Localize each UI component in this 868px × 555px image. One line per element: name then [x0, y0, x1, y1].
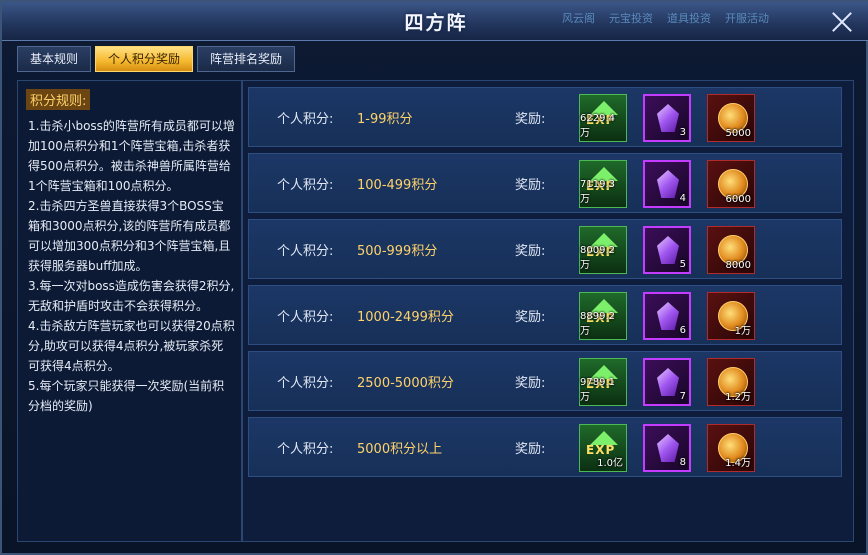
exp-amount: 1.0亿 [597, 458, 623, 469]
tab-camp-ranking-reward[interactable]: 阵营排名奖励 [197, 46, 296, 72]
score-range: 2500-5000积分 [357, 376, 454, 391]
medal-count: 1万 [734, 326, 751, 337]
exp-amount: 8899.2万 [580, 311, 615, 337]
score-label: 个人积分: [277, 244, 334, 259]
reward-table: 个人积分: 1-99积分 奖励: EXP 6229.4万 3 5000 个人积分:… [242, 80, 854, 542]
rules-list: 1.击杀小boss的阵营所有成员都可以增加100点积分和1个阵营宝箱,击杀者获得… [18, 116, 241, 416]
tab-personal-score-reward[interactable]: 个人积分奖励 [95, 46, 194, 72]
reward-label: 奖励: [515, 310, 546, 325]
crystal-count: 3 [679, 127, 686, 138]
gold-medal-icon[interactable]: 1.4万 [707, 424, 755, 472]
score-label: 个人积分: [277, 310, 334, 325]
score-label: 个人积分: [277, 442, 334, 457]
exp-amount: 8009.2万 [580, 245, 615, 271]
exp-amount: 6229.4万 [580, 113, 615, 139]
purple-crystal-icon[interactable]: 4 [643, 160, 691, 208]
window-title: 四方阵 [404, 12, 468, 34]
score-range: 100-499积分 [357, 178, 438, 193]
score-range: 500-999积分 [357, 244, 438, 259]
tab-basic-rules[interactable]: 基本规则 [17, 46, 92, 72]
gem-icon [657, 236, 679, 264]
score-label: 个人积分: [277, 112, 334, 127]
score-range: 1-99积分 [357, 112, 413, 127]
exp-icon[interactable]: EXP 7119.3万 [579, 160, 627, 208]
crystal-count: 8 [679, 457, 686, 468]
exp-icon[interactable]: EXP 6229.4万 [579, 94, 627, 142]
reward-row: 个人积分: 1-99积分 奖励: EXP 6229.4万 3 5000 [248, 87, 842, 147]
reward-row: 个人积分: 2500-5000积分 奖励: EXP 9789.1万 7 1.2万 [248, 351, 842, 411]
gem-icon [657, 368, 679, 396]
exp-amount: 7119.3万 [580, 179, 615, 205]
reward-label: 奖励: [515, 244, 546, 259]
close-icon[interactable] [828, 8, 856, 36]
gem-icon [657, 170, 679, 198]
score-range: 1000-2499积分 [357, 310, 454, 325]
reward-label: 奖励: [515, 376, 546, 391]
exp-icon[interactable]: EXP 8899.2万 [579, 292, 627, 340]
score-label: 个人积分: [277, 376, 334, 391]
exp-icon[interactable]: EXP 9789.1万 [579, 358, 627, 406]
gold-medal-icon[interactable]: 8000 [707, 226, 755, 274]
title-bar: 风云阁 元宝投资 道具投资 开服活动 四方阵 [2, 2, 868, 41]
gem-icon [657, 104, 679, 132]
gem-icon [657, 302, 679, 330]
rule-item: 5.每个玩家只能获得一次奖励(当前积分档的奖励) [28, 379, 225, 413]
rule-item: 3.每一次对boss造成伤害会获得2积分,无敌和护盾时攻击不会获得积分。 [28, 279, 235, 313]
reward-label: 奖励: [515, 112, 546, 127]
crystal-count: 7 [679, 391, 686, 402]
crystal-count: 6 [679, 325, 686, 336]
purple-crystal-icon[interactable]: 5 [643, 226, 691, 274]
score-range: 5000积分以上 [357, 442, 443, 457]
rule-item: 4.击杀敌方阵营玩家也可以获得20点积分,助攻可以获得4点积分,被玩家杀死可获得… [28, 319, 235, 373]
rule-item: 2.击杀四方圣兽直接获得3个BOSS宝箱和3000点积分,该的阵营所有成员都可以… [28, 199, 231, 273]
gold-medal-icon[interactable]: 1万 [707, 292, 755, 340]
crystal-count: 4 [679, 193, 686, 204]
reward-row: 个人积分: 100-499积分 奖励: EXP 7119.3万 4 6000 [248, 153, 842, 213]
medal-count: 6000 [725, 194, 751, 205]
medal-count: 5000 [725, 128, 751, 139]
tab-bar: 基本规则 个人积分奖励 阵营排名奖励 [17, 46, 296, 72]
purple-crystal-icon[interactable]: 6 [643, 292, 691, 340]
reward-row: 个人积分: 1000-2499积分 奖励: EXP 8899.2万 6 1万 [248, 285, 842, 345]
purple-crystal-icon[interactable]: 7 [643, 358, 691, 406]
medal-count: 8000 [725, 260, 751, 271]
rules-heading: 积分规则: [26, 89, 91, 110]
four-direction-formation-window: 风云阁 元宝投资 道具投资 开服活动 四方阵 基本规则 个人积分奖励 阵营排名奖… [0, 0, 868, 555]
reward-label: 奖励: [515, 442, 546, 457]
exp-amount: 9789.1万 [580, 377, 615, 403]
gold-medal-icon[interactable]: 1.2万 [707, 358, 755, 406]
gem-icon [657, 434, 679, 462]
exp-icon[interactable]: EXP 1.0亿 [579, 424, 627, 472]
rules-panel: 积分规则: 1.击杀小boss的阵营所有成员都可以增加100点积分和1个阵营宝箱… [17, 80, 242, 542]
purple-crystal-icon[interactable]: 3 [643, 94, 691, 142]
medal-count: 1.4万 [725, 458, 751, 469]
purple-crystal-icon[interactable]: 8 [643, 424, 691, 472]
reward-row: 个人积分: 500-999积分 奖励: EXP 8009.2万 5 8000 [248, 219, 842, 279]
reward-label: 奖励: [515, 178, 546, 193]
gold-medal-icon[interactable]: 5000 [707, 94, 755, 142]
reward-row: 个人积分: 5000积分以上 奖励: EXP 1.0亿 8 1.4万 [248, 417, 842, 477]
medal-count: 1.2万 [725, 392, 751, 403]
gold-medal-icon[interactable]: 6000 [707, 160, 755, 208]
exp-icon[interactable]: EXP 8009.2万 [579, 226, 627, 274]
crystal-count: 5 [679, 259, 686, 270]
rule-item: 1.击杀小boss的阵营所有成员都可以增加100点积分和1个阵营宝箱,击杀者获得… [28, 119, 235, 193]
score-label: 个人积分: [277, 178, 334, 193]
